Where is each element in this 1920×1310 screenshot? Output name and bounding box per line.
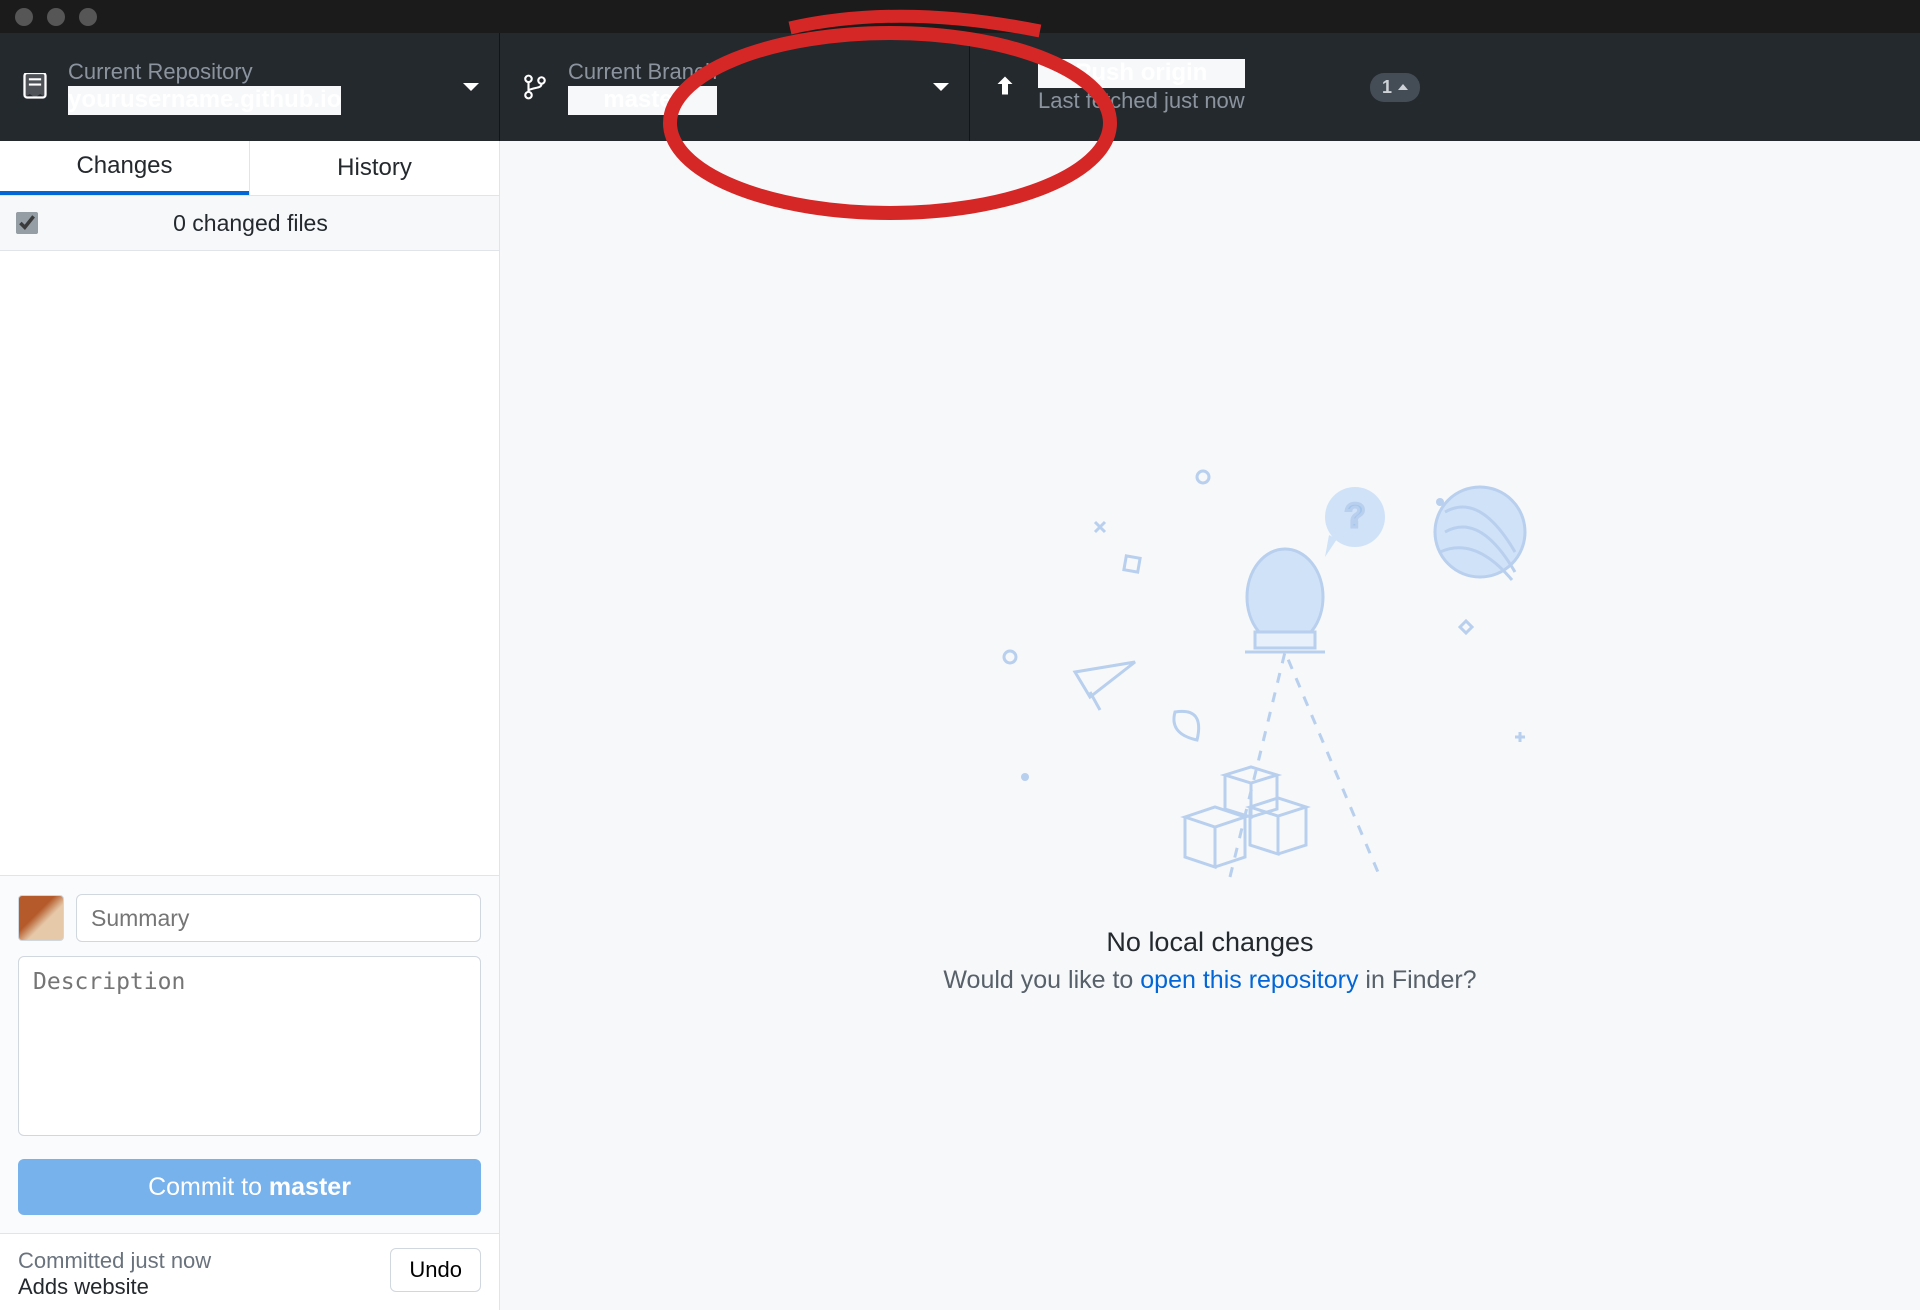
current-branch-label: Current Branch xyxy=(568,59,717,85)
svg-text:?: ? xyxy=(1345,497,1366,535)
minimize-window-icon[interactable] xyxy=(47,8,65,26)
main-content: ? No local changes Would you like to ope… xyxy=(500,141,1920,1310)
ahead-count-badge: 1 xyxy=(1370,73,1420,102)
push-origin-status: Last fetched just now xyxy=(1038,88,1245,114)
close-window-icon[interactable] xyxy=(15,8,33,26)
upload-arrow-icon xyxy=(990,72,1020,102)
zoom-window-icon[interactable] xyxy=(79,8,97,26)
current-repository-name: yourusername.github.io xyxy=(68,86,341,115)
branch-icon xyxy=(520,72,550,102)
window-titlebar xyxy=(0,0,1920,33)
up-arrow-mini-icon xyxy=(1398,84,1408,90)
sidebar: Changes History 0 changed files Commit t… xyxy=(0,141,500,1310)
empty-state-title: No local changes xyxy=(1106,927,1313,958)
avatar xyxy=(18,895,64,941)
current-repository-selector[interactable]: Current Repository yourusername.github.i… xyxy=(0,33,500,141)
window-traffic-lights[interactable] xyxy=(15,8,97,26)
commit-description-input[interactable] xyxy=(18,956,481,1136)
push-origin-button[interactable]: Push origin Last fetched just now 1 xyxy=(970,33,1440,141)
current-branch-name: master xyxy=(568,86,717,115)
undo-button[interactable]: Undo xyxy=(390,1248,481,1292)
open-repository-link[interactable]: open this repository xyxy=(1140,966,1358,994)
recent-commit: Committed just now Adds website Undo xyxy=(0,1233,499,1310)
select-all-checkbox[interactable] xyxy=(16,212,38,234)
changed-files-header: 0 changed files xyxy=(0,196,499,251)
commit-summary-input[interactable] xyxy=(76,894,481,942)
push-origin-label: Push origin xyxy=(1038,59,1245,88)
commit-form: Commit to master xyxy=(0,875,499,1233)
recent-commit-time: Committed just now xyxy=(18,1248,211,1274)
ahead-count: 1 xyxy=(1382,77,1392,98)
chevron-down-icon xyxy=(463,83,479,91)
tab-changes[interactable]: Changes xyxy=(0,141,249,195)
current-branch-selector[interactable]: Current Branch master xyxy=(500,33,970,141)
commit-button[interactable]: Commit to master xyxy=(18,1159,481,1215)
changed-files-count: 0 changed files xyxy=(173,210,328,237)
empty-state-subtitle: Would you like to open this repository i… xyxy=(943,966,1476,995)
tab-history[interactable]: History xyxy=(249,141,499,195)
empty-state-illustration: ? xyxy=(885,457,1535,887)
sidebar-tabs: Changes History xyxy=(0,141,499,196)
chevron-down-icon xyxy=(933,83,949,91)
repo-icon xyxy=(20,72,50,102)
current-repository-label: Current Repository xyxy=(68,59,341,85)
app-toolbar: Current Repository yourusername.github.i… xyxy=(0,33,1920,141)
recent-commit-message: Adds website xyxy=(18,1274,211,1300)
